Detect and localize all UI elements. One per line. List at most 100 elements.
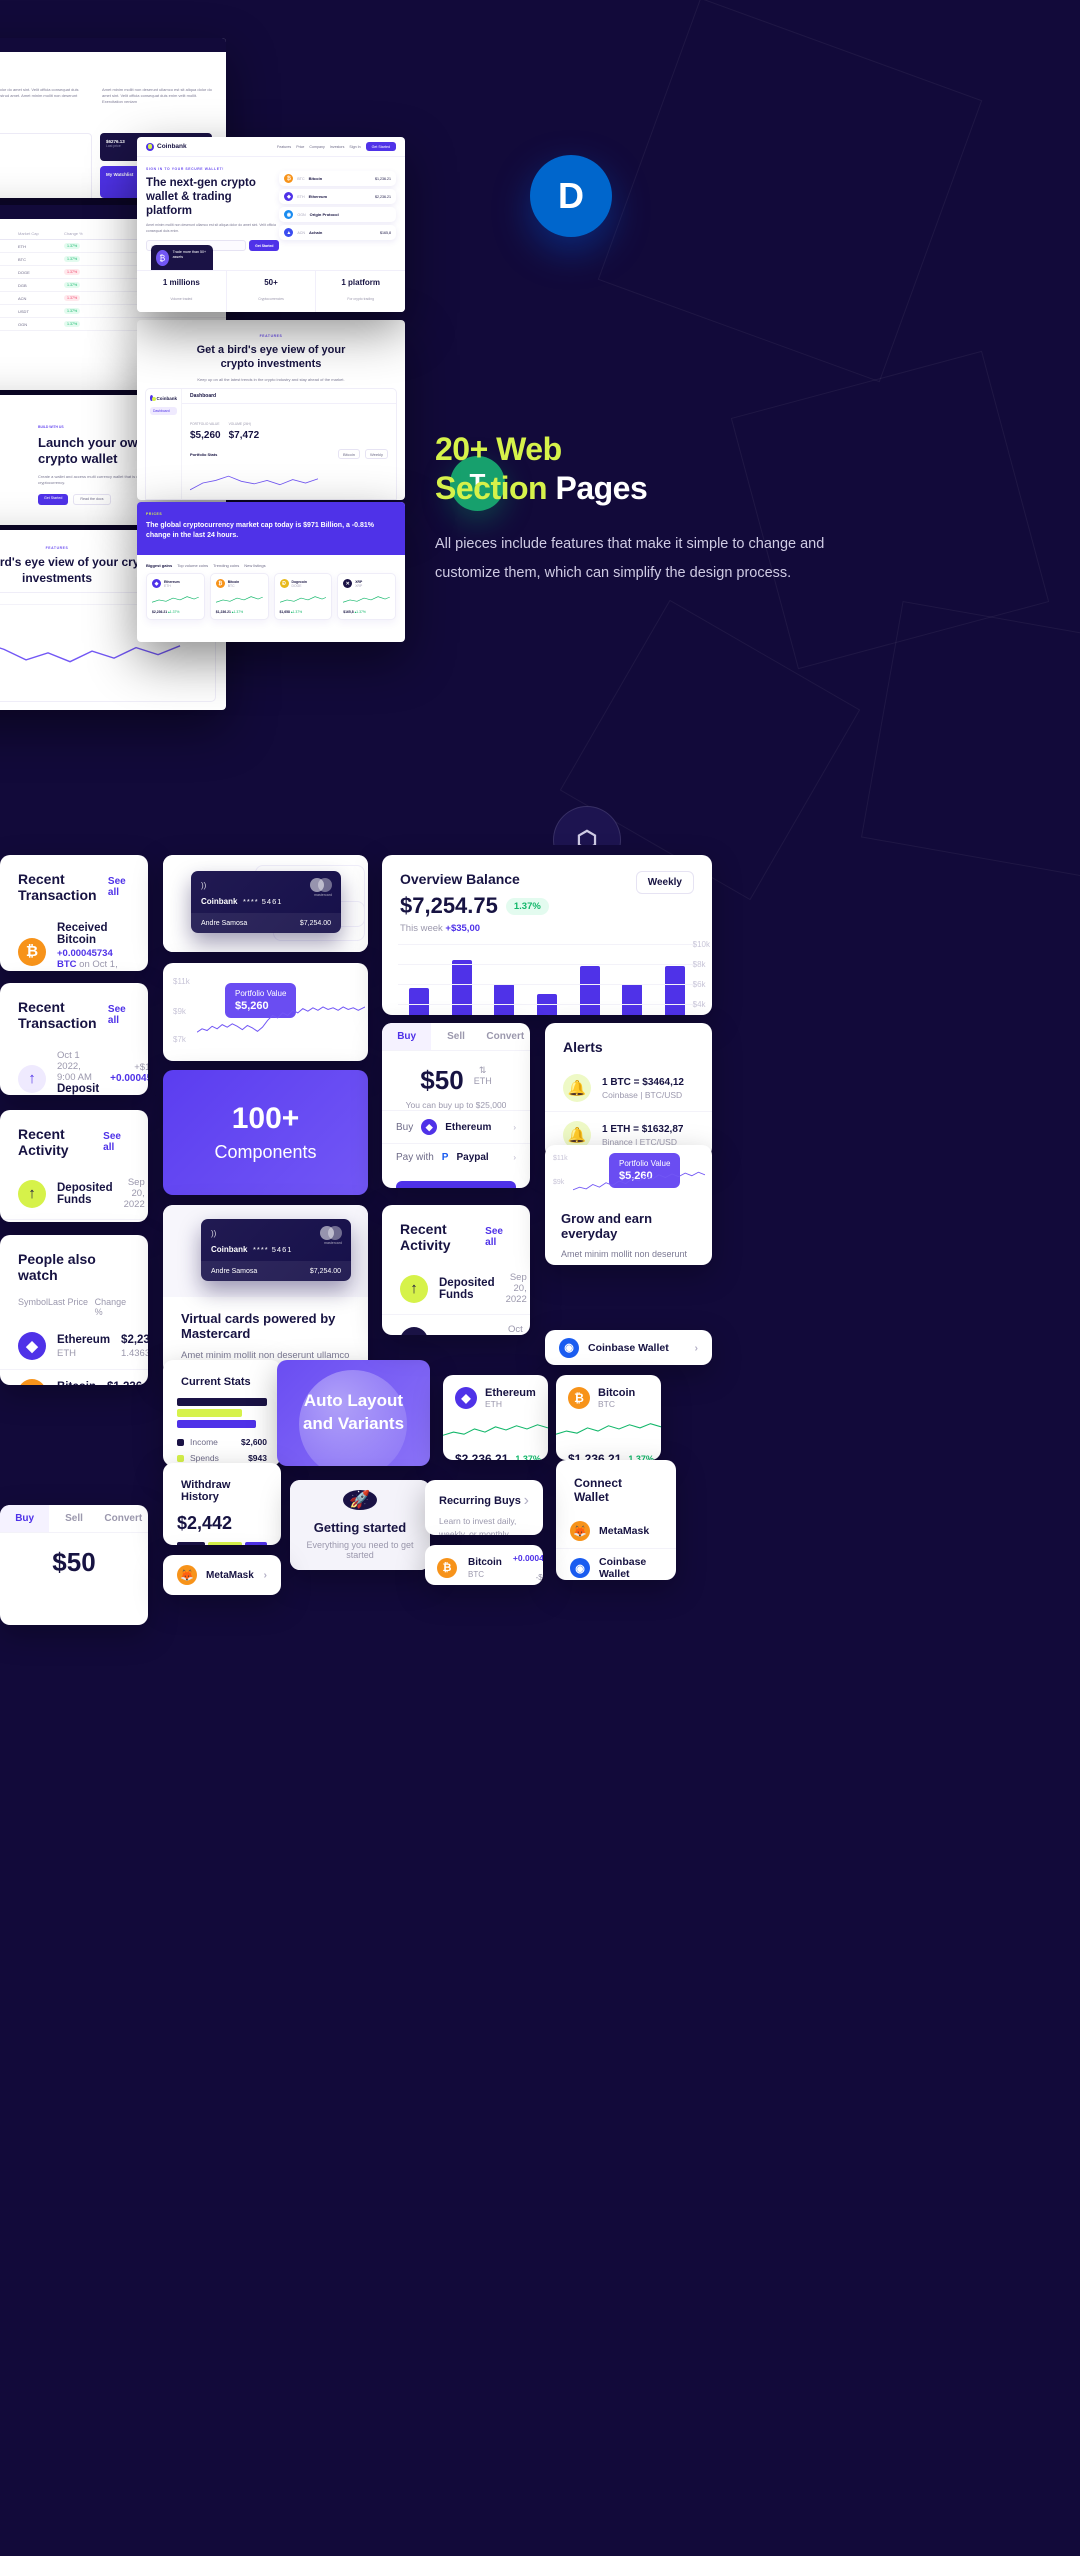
- mm-label: MetaMask: [206, 1569, 254, 1581]
- card-brand-2: Coinbank: [211, 1245, 248, 1254]
- trade2-tab-convert[interactable]: Convert: [99, 1505, 148, 1532]
- btcrow-sym: BTC: [468, 1569, 484, 1579]
- launch-get-started-button[interactable]: Get Started: [38, 493, 69, 505]
- coin-icon: ₿: [18, 1379, 46, 1385]
- trade-pay-method: Paypal: [456, 1152, 489, 1163]
- kpi-volume-value: $7,472: [228, 430, 260, 441]
- recent-transaction-card-2: Recent Transaction See all ↑ Oct 1 2022, …: [0, 983, 148, 1095]
- wallet-option-row[interactable]: 🦊 MetaMask: [556, 1514, 676, 1549]
- gs-title: Getting started: [313, 1520, 407, 1535]
- eth-name: Ethereum: [485, 1387, 536, 1399]
- wallet-option-row[interactable]: ◉ Coinbase Wallet: [556, 1549, 676, 1580]
- btc-sym: BTC: [598, 1399, 615, 1409]
- getting-started-card: 🚀 Getting started Everything you need to…: [290, 1480, 430, 1570]
- launch-read-docs-button[interactable]: Read the docs: [73, 493, 111, 505]
- card-footer: Andre Samosa $7,254.00: [191, 913, 341, 933]
- nav-features[interactable]: Features: [277, 145, 291, 149]
- stat-cryptos-label: Cryptocurrencies: [258, 297, 284, 301]
- virtual-card: )) mastercard Coinbank **** 5461 Andre S…: [191, 871, 341, 933]
- pv-axis-1: $11k: [173, 977, 190, 986]
- nav-signin[interactable]: Sign In: [349, 145, 360, 149]
- trade2-tab-buy[interactable]: Buy: [0, 1505, 50, 1532]
- trade-tab-convert[interactable]: Convert: [481, 1023, 530, 1050]
- components-label: Components: [214, 1142, 317, 1162]
- pv-axis-2: $9k: [173, 1007, 186, 1016]
- kpi-portfolio: PORTFOLIO VALUE $5,260: [190, 412, 221, 441]
- mastercard-icon-2: [320, 1226, 342, 1240]
- hero-title: The next-gen crypto wallet & trading pla…: [146, 177, 256, 218]
- hero-email-submit-button[interactable]: Get Started: [249, 240, 280, 252]
- prices-tab-biggest-gains[interactable]: Biggest gains: [146, 563, 172, 568]
- hero-stats-row: 1 millions Volume traded 50+ Cryptocurre…: [137, 270, 405, 312]
- ob-sub-value: +$35,00: [445, 923, 481, 934]
- nav-investors[interactable]: Investors: [330, 145, 345, 149]
- marketing-headline: 20+ Web Section Pages: [435, 430, 855, 508]
- ra-see-all-link[interactable]: See all: [103, 1131, 130, 1153]
- trade-submit-button[interactable]: Buy: [396, 1181, 516, 1188]
- chart-bar: [451, 959, 472, 1015]
- virtual-card-2: )) mastercard Coinbank **** 5461 Andre S…: [201, 1219, 351, 1281]
- card-holder: Andre Samosa: [201, 919, 248, 927]
- trade2-tabs: Buy Sell Convert: [0, 1505, 148, 1533]
- trade-buy-asset-row[interactable]: Buy ◆ Ethereum ›: [382, 1110, 530, 1143]
- watch-row: ₿BitcoinBTC$1,236.211.4363 BTC▴ 1.37%: [0, 1370, 148, 1385]
- trade-unit: ETH: [473, 1076, 492, 1086]
- btc-price: $1,236.21: [568, 1452, 622, 1460]
- rt1-see-all-link[interactable]: See all: [108, 876, 130, 898]
- paw-header-change: Change %: [94, 1297, 127, 1317]
- trade-pay-with-row[interactable]: Pay with P Paypal ›: [382, 1143, 530, 1171]
- ra-title: Recent Activity: [18, 1126, 69, 1158]
- filter-period-select[interactable]: Weekly: [364, 449, 388, 459]
- recent-transaction-card-1: Recent Transaction See all ₿ Received Bit…: [0, 855, 148, 971]
- recurring-buys-card[interactable]: Recurring Buys › Learn to invest daily, …: [425, 1480, 543, 1535]
- birdseye-sub: Keep up on all the latest trends in the …: [197, 376, 345, 382]
- paw-header-row: Symbol Last Price Change %: [0, 1293, 148, 1323]
- showcase-area: Seamless Trading Amet minim mollit non d…: [0, 0, 1080, 845]
- dash-nav-dashboard[interactable]: Dashboard: [150, 407, 177, 415]
- nav-company[interactable]: Company: [309, 145, 324, 149]
- overview-balance-yticks: $10k $8k $6k $4k: [693, 940, 710, 1015]
- nav-get-started-button[interactable]: Get Started: [365, 142, 396, 151]
- trade-widget-2: Buy Sell Convert $50: [0, 1505, 148, 1625]
- activity-row: ↓WithdrawOct 1, 2022+$50,46: [382, 1315, 530, 1335]
- rb-sub: Learn to invest daily, weekly, or monthl…: [439, 1516, 517, 1535]
- alert-row: 🔔 1 BTC = $3464,12 Coinbase | BTC/USD: [545, 1065, 712, 1112]
- prices-tab-trending[interactable]: Trending coins: [213, 563, 239, 568]
- metamask-icon: 🦊: [177, 1565, 197, 1585]
- coinbank-logo: Coinbank: [146, 142, 187, 151]
- trade2-amount[interactable]: $50: [0, 1533, 148, 1582]
- marketing-block: 20+ Web Section Pages All pieces include…: [435, 430, 855, 588]
- hero-body-text: Amet minim mollit non deserunt ullamco e…: [146, 223, 276, 233]
- coinbase-wallet-row-card[interactable]: ◉ Coinbase Wallet ›: [545, 1330, 712, 1365]
- shot-paragraph-2: Amet minim mollit non deserunt ullamco e…: [102, 87, 212, 105]
- btc-sparkline: [556, 1423, 661, 1435]
- ob-period-select[interactable]: Weekly: [635, 871, 694, 894]
- metamask-row-card[interactable]: 🦊 MetaMask ›: [163, 1555, 281, 1595]
- filter-coin-select[interactable]: Bitcoin: [337, 449, 360, 459]
- withdraw-history-card: Withdraw History $2,442 of $10,000 avail…: [163, 1463, 281, 1545]
- arrow-up-icon: ↑: [18, 1064, 46, 1093]
- coin-icon: ₿: [18, 937, 46, 966]
- trade-amount-input[interactable]: $50: [420, 1051, 463, 1100]
- btcrow-fiat: -$1,000: [535, 1573, 543, 1582]
- coin-icon: ◆: [18, 1332, 46, 1360]
- chart-ytick: $4k: [692, 1000, 706, 1009]
- trade2-tab-sell[interactable]: Sell: [49, 1505, 98, 1532]
- rt2-see-all-link[interactable]: See all: [108, 1004, 130, 1026]
- stat-volume: 1 millions Volume traded: [137, 271, 227, 312]
- nav-price[interactable]: Price: [296, 145, 304, 149]
- chart-bar: [664, 966, 685, 1015]
- prices-tab-new-listings[interactable]: New listings: [244, 563, 265, 568]
- card-brand: Coinbank: [201, 897, 238, 906]
- coinbase-icon: ◉: [559, 1337, 579, 1358]
- prices-card-row: ◆ Ethereum ETH $2,236.21 ▴1.37% ₿ Bitcoin BTC $…: [137, 573, 405, 621]
- stat-platform-value: 1 platform: [341, 278, 381, 287]
- trade-tab-buy[interactable]: Buy: [382, 1023, 432, 1050]
- btc-name: Bitcoin: [598, 1387, 636, 1399]
- recent-activity-card: Recent Activity See all ↑ Deposited Funds…: [0, 1110, 148, 1222]
- trade-tab-sell[interactable]: Sell: [431, 1023, 480, 1050]
- hero-coin-row: ₿ BTC Bitcoin $1,236.21: [279, 171, 396, 186]
- ra2-see-all-link[interactable]: See all: [485, 1226, 512, 1248]
- arrow-down-icon: ↓: [400, 1326, 428, 1335]
- prices-tab-top-volume[interactable]: Top volume coins: [177, 563, 208, 568]
